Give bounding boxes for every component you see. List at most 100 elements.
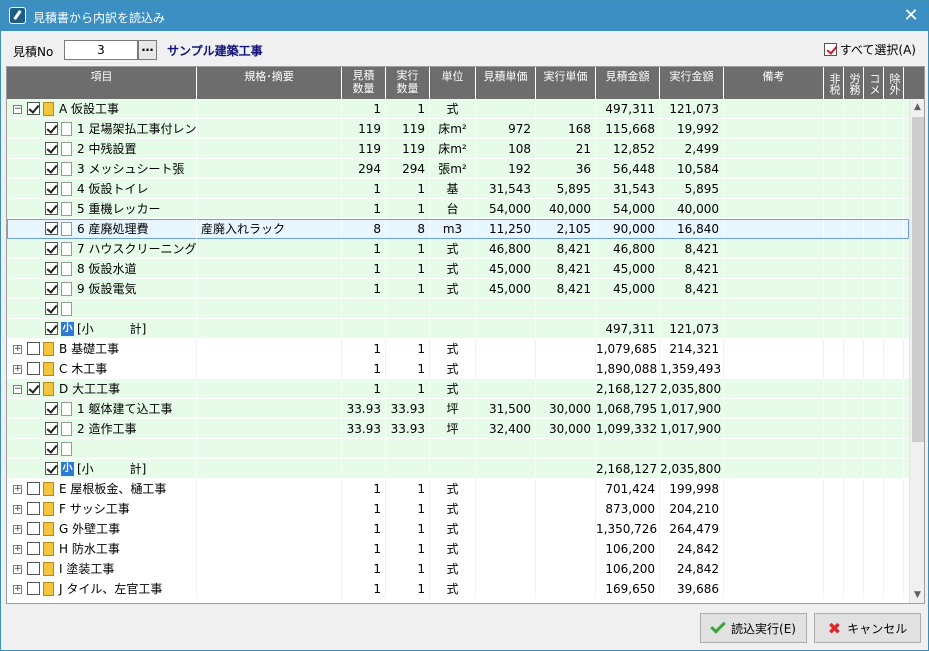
item-cell[interactable]: + C 木工事 <box>7 359 197 379</box>
table-row[interactable]: − A 仮設工事 1 1 式 497,311 121,073 <box>7 99 909 119</box>
column-header[interactable]: 除外 <box>884 67 904 99</box>
column-header[interactable]: 見積単価 <box>476 67 536 99</box>
item-cell[interactable]: 小 [小 計] <box>7 459 197 479</box>
expand-icon[interactable]: + <box>13 585 22 594</box>
item-cell[interactable]: 6 産廃処理費 <box>7 219 197 239</box>
expand-icon[interactable]: + <box>13 545 22 554</box>
table-row[interactable]: 7 ハウスクリーニング 1 1 式 46,800 8,421 46,800 8,421 <box>7 239 909 259</box>
table-row[interactable]: + G 外壁工事 1 1 式 1,350,726 264,479 <box>7 519 909 539</box>
table-row[interactable]: 5 重機レッカー 1 1 台 54,000 40,000 54,000 40,000 <box>7 199 909 219</box>
table-row[interactable]: + H 防水工事 1 1 式 106,200 24,842 <box>7 539 909 559</box>
row-checkbox[interactable] <box>27 562 40 575</box>
column-header[interactable]: 労務 <box>844 67 864 99</box>
item-cell[interactable]: 5 重機レッカー <box>7 199 197 219</box>
item-cell[interactable]: 8 仮設水道 <box>7 259 197 279</box>
scroll-thumb[interactable] <box>912 117 924 442</box>
item-cell[interactable]: − A 仮設工事 <box>7 99 197 119</box>
row-checkbox[interactable] <box>45 402 58 415</box>
close-button[interactable]: ✕ <box>894 1 928 31</box>
item-cell[interactable]: + F サッシ工事 <box>7 499 197 519</box>
column-header[interactable]: 実行金額 <box>660 67 724 99</box>
table-row[interactable]: 4 仮設トイレ 1 1 基 31,543 5,895 31,543 5,895 <box>7 179 909 199</box>
estimate-browse-button[interactable]: … <box>138 40 157 60</box>
item-cell[interactable]: 7 ハウスクリーニング <box>7 239 197 259</box>
item-cell[interactable]: + E 屋根板金、樋工事 <box>7 479 197 499</box>
row-checkbox[interactable] <box>27 522 40 535</box>
table-row[interactable]: 1 躯体建て込工事 33.93 33.93 坪 31,500 30,000 1,068,79… <box>7 399 909 419</box>
row-checkbox[interactable] <box>27 102 40 115</box>
row-checkbox[interactable] <box>45 462 58 475</box>
item-cell[interactable]: + G 外壁工事 <box>7 519 197 539</box>
column-header[interactable]: 非税 <box>824 67 844 99</box>
row-checkbox[interactable] <box>27 582 40 595</box>
scroll-up-icon[interactable]: ▲ <box>910 99 924 116</box>
column-header[interactable]: 実行単価 <box>536 67 596 99</box>
item-cell[interactable]: 1 足場架払工事付レン <box>7 119 197 139</box>
item-cell[interactable]: 小 [小 計] <box>7 319 197 339</box>
row-checkbox[interactable] <box>45 162 58 175</box>
row-checkbox[interactable] <box>45 182 58 195</box>
expand-icon[interactable]: + <box>13 565 22 574</box>
collapse-icon[interactable]: − <box>13 105 22 114</box>
row-checkbox[interactable] <box>27 502 40 515</box>
row-checkbox[interactable] <box>27 382 40 395</box>
item-cell[interactable]: + I 塗装工事 <box>7 559 197 579</box>
collapse-icon[interactable]: − <box>13 385 22 394</box>
row-checkbox[interactable] <box>27 542 40 555</box>
estimate-no-input[interactable]: 3 <box>64 40 138 60</box>
row-checkbox[interactable] <box>45 202 58 215</box>
table-row[interactable] <box>7 439 909 459</box>
item-cell[interactable]: 1 躯体建て込工事 <box>7 399 197 419</box>
vertical-scrollbar[interactable]: ▲ ▼ <box>909 99 924 603</box>
item-cell[interactable]: + H 防水工事 <box>7 539 197 559</box>
row-checkbox[interactable] <box>45 442 58 455</box>
table-row[interactable] <box>7 299 909 319</box>
table-row[interactable]: + F サッシ工事 1 1 式 873,000 204,210 <box>7 499 909 519</box>
row-checkbox[interactable] <box>27 342 40 355</box>
row-checkbox[interactable] <box>45 422 58 435</box>
table-row[interactable]: + B 基礎工事 1 1 式 1,079,685 214,321 <box>7 339 909 359</box>
item-cell[interactable]: 9 仮設電気 <box>7 279 197 299</box>
column-header[interactable]: 項目 <box>7 67 197 99</box>
row-checkbox[interactable] <box>45 302 58 315</box>
table-row[interactable]: + C 木工事 1 1 式 1,890,088 1,359,493 <box>7 359 909 379</box>
row-checkbox[interactable] <box>45 222 58 235</box>
column-header[interactable]: 規格･摘要 <box>197 67 342 99</box>
row-checkbox[interactable] <box>27 362 40 375</box>
scroll-down-icon[interactable]: ▼ <box>910 587 924 603</box>
execute-button[interactable]: 読込実行(E) <box>700 613 807 643</box>
column-header[interactable]: コメ <box>864 67 884 99</box>
column-header[interactable]: 備考 <box>724 67 824 99</box>
item-cell[interactable]: − D 大工工事 <box>7 379 197 399</box>
table-row[interactable]: + J タイル、左官工事 1 1 式 169,650 39,686 <box>7 579 909 599</box>
table-row[interactable]: 2 中残設置 119 119 床m² 108 21 12,852 2,499 <box>7 139 909 159</box>
item-cell[interactable]: 3 メッシュシート張 <box>7 159 197 179</box>
expand-icon[interactable]: + <box>13 365 22 374</box>
column-header[interactable]: 見積金額 <box>596 67 660 99</box>
table-row[interactable]: 3 メッシュシート張 294 294 張m² 192 36 56,448 10,584 <box>7 159 909 179</box>
item-cell[interactable]: + J タイル、左官工事 <box>7 579 197 599</box>
column-header[interactable]: 単位 <box>430 67 476 99</box>
column-header[interactable]: 見積 数量 <box>342 67 386 99</box>
table-row[interactable]: + I 塗装工事 1 1 式 106,200 24,842 <box>7 559 909 579</box>
cancel-button[interactable]: ✖ キャンセル <box>814 613 921 643</box>
table-row[interactable]: + E 屋根板金、樋工事 1 1 式 701,424 199,998 <box>7 479 909 499</box>
item-cell[interactable] <box>7 439 197 459</box>
expand-icon[interactable]: + <box>13 505 22 514</box>
item-cell[interactable]: 4 仮設トイレ <box>7 179 197 199</box>
table-row[interactable]: − D 大工工事 1 1 式 2,168,127 2,035,800 <box>7 379 909 399</box>
table-row[interactable]: 小 [小 計] 497,311 121,073 <box>7 319 909 339</box>
row-checkbox[interactable] <box>45 282 58 295</box>
item-cell[interactable] <box>7 299 197 319</box>
table-row[interactable]: 8 仮設水道 1 1 式 45,000 8,421 45,000 8,421 <box>7 259 909 279</box>
item-cell[interactable]: + B 基礎工事 <box>7 339 197 359</box>
item-cell[interactable]: 2 中残設置 <box>7 139 197 159</box>
item-cell[interactable]: 2 造作工事 <box>7 419 197 439</box>
row-checkbox[interactable] <box>45 122 58 135</box>
table-row[interactable]: 6 産廃処理費 産廃入れラック 8 8 m3 11,250 2,105 90,000 16,84… <box>7 219 909 239</box>
column-header[interactable]: 実行 数量 <box>386 67 430 99</box>
row-checkbox[interactable] <box>45 142 58 155</box>
table-row[interactable]: 小 [小 計] 2,168,127 2,035,800 <box>7 459 909 479</box>
expand-icon[interactable]: + <box>13 345 22 354</box>
select-all-button[interactable]: すべて選択(A) <box>823 41 916 58</box>
